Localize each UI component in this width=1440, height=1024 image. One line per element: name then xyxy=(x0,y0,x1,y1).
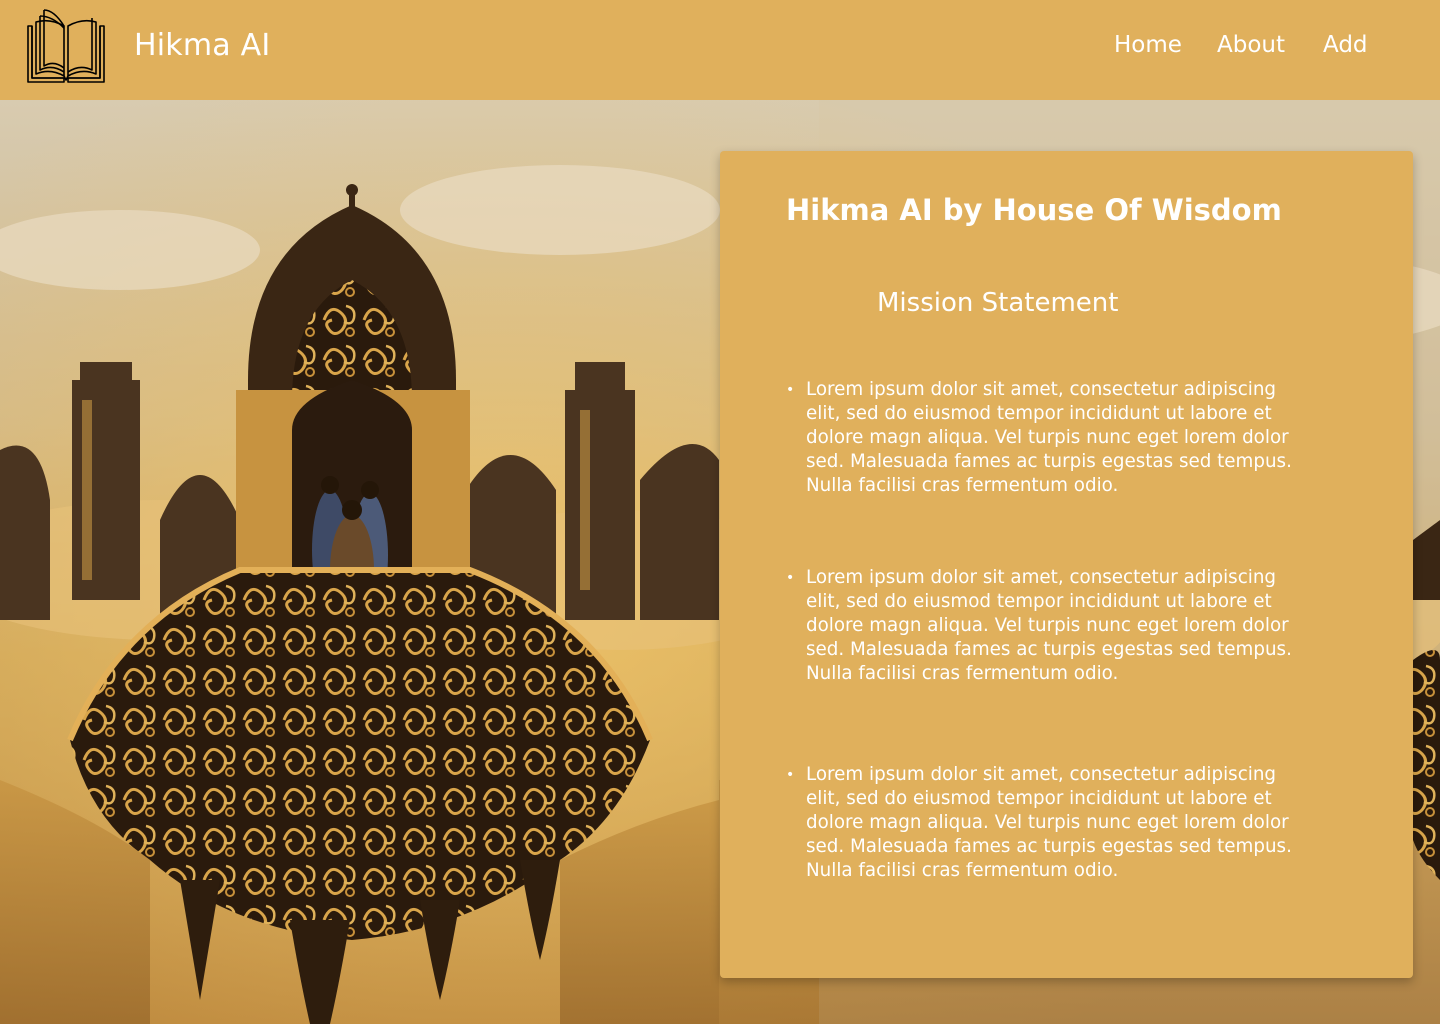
nav-link-about[interactable]: About xyxy=(1217,32,1285,58)
nav-link-add[interactable]: Add xyxy=(1323,32,1368,58)
top-nav-bar: Hikma AI Home About Add xyxy=(0,0,1440,100)
mission-list-item: Lorem ipsum dolor sit amet, consectetur … xyxy=(786,763,1306,883)
mission-statement-heading: Mission Statement xyxy=(877,288,1119,318)
nav-link-home[interactable]: Home xyxy=(1114,32,1182,58)
open-book-icon[interactable] xyxy=(26,6,106,86)
card-title: Hikma AI by House Of Wisdom xyxy=(786,193,1282,227)
mission-list-item: Lorem ipsum dolor sit amet, consectetur … xyxy=(786,378,1306,498)
mission-list-item: Lorem ipsum dolor sit amet, consectetur … xyxy=(786,566,1306,686)
brand-name[interactable]: Hikma AI xyxy=(134,28,270,63)
mission-card: Hikma AI by House Of Wisdom Mission Stat… xyxy=(720,151,1413,978)
